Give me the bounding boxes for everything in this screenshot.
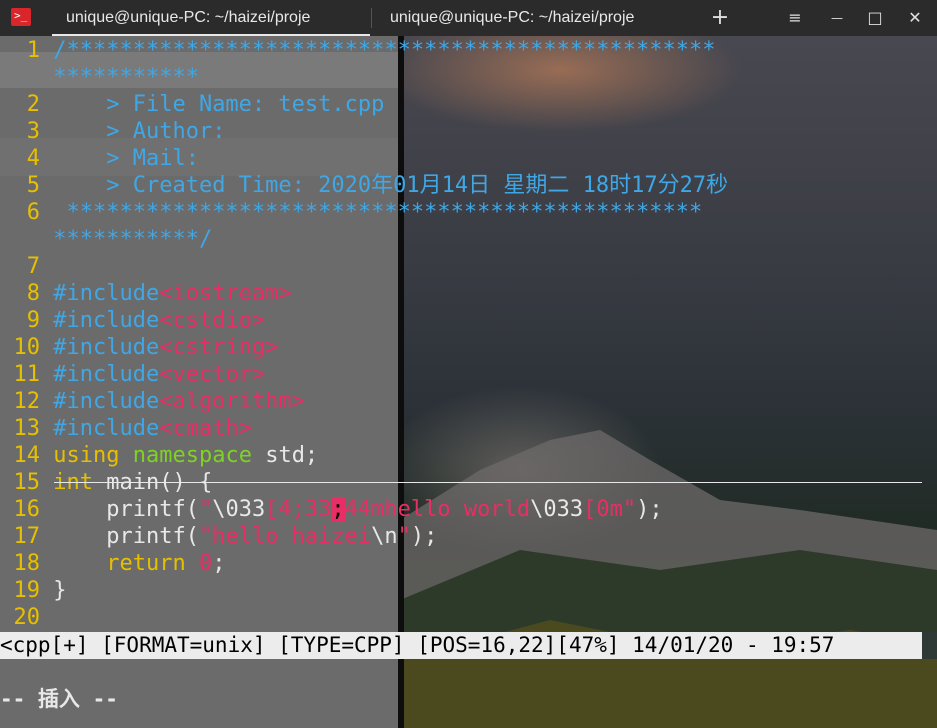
minimize-button[interactable]: — [820, 0, 854, 36]
tab-terminal-2[interactable]: unique@unique-PC: ~/haizei/proje [390, 0, 676, 36]
code-token: <cmath> [159, 416, 252, 441]
maximize-button[interactable]: □ [858, 0, 892, 36]
code-token: \n [371, 524, 398, 549]
code-token: ****************************************… [53, 200, 703, 225]
vim-editor[interactable]: 1 /*************************************… [0, 36, 937, 632]
code-token: ; [212, 551, 226, 576]
text-cursor: ; [331, 497, 345, 522]
code-line[interactable]: 3 > Author: [0, 118, 226, 145]
code-line[interactable]: *********** [0, 64, 199, 91]
line-number: 7 [26, 254, 40, 279]
line-number: 4 [26, 146, 40, 171]
line-number: 13 [13, 416, 41, 441]
code-line[interactable]: 13 #include<cmath> [0, 415, 252, 442]
line-number: 16 [13, 497, 41, 522]
menu-icon[interactable]: ≡ [778, 0, 812, 36]
line-number: 1 [26, 38, 40, 63]
code-token: #include [53, 281, 160, 306]
code-line[interactable]: 10 #include<cstring> [0, 334, 279, 361]
new-tab-button[interactable]: + [700, 0, 740, 36]
code-line[interactable]: 7 [0, 253, 53, 280]
line-number: 17 [13, 524, 41, 549]
cursor-line-underline [54, 482, 922, 483]
line-number: 5 [26, 173, 40, 198]
tab-separator [371, 8, 372, 28]
code-token: > Mail: [53, 146, 199, 171]
code-token: <cstdio> [159, 308, 266, 333]
line-number: 20 [13, 605, 41, 630]
statusline-gap [922, 632, 937, 659]
code-token: namespace [132, 443, 252, 468]
code-token: "hello haizei [198, 524, 372, 549]
line-number: 19 [13, 578, 41, 603]
code-token: using [53, 443, 120, 468]
code-token: 44mhello world [344, 497, 531, 522]
code-token: \033 [530, 497, 584, 522]
code-token: <vector> [159, 362, 266, 387]
code-token: #include [53, 362, 160, 387]
code-line[interactable]: 6 **************************************… [0, 199, 703, 226]
code-line[interactable]: 1 /*************************************… [0, 37, 716, 64]
code-line[interactable]: 9 #include<cstdio> [0, 307, 265, 334]
code-token: printf( [53, 497, 199, 522]
code-token: /***************************************… [53, 38, 716, 63]
code-line[interactable]: 20 [0, 604, 53, 631]
vim-statusline: <cpp[+] [FORMAT=unix] [TYPE=CPP] [POS=16… [0, 632, 922, 659]
code-line[interactable]: 19 } [0, 577, 67, 604]
code-token: printf( [53, 524, 199, 549]
line-number: 2 [26, 92, 40, 117]
code-line[interactable]: 8 #include<iostream> [0, 280, 292, 307]
code-token: *********** [53, 65, 199, 90]
line-number: 14 [13, 443, 41, 468]
code-token: return [53, 551, 186, 576]
code-token: \033 [212, 497, 266, 522]
code-line[interactable]: 18 return 0; [0, 550, 226, 577]
code-token: std; [251, 443, 319, 468]
code-line[interactable]: 5 > Created Time: 2020年01月14日 星期二 18时17分… [0, 172, 728, 199]
line-number: 15 [13, 470, 41, 495]
code-line[interactable]: 17 printf("hello haizei\n"); [0, 523, 438, 550]
code-token: } [53, 578, 67, 603]
code-token: #include [53, 416, 160, 441]
code-token: " [198, 497, 213, 522]
line-number: 10 [13, 335, 41, 360]
line-number: 11 [13, 362, 41, 387]
code-token: #include [53, 389, 160, 414]
code-token: ***********/ [53, 227, 213, 252]
code-token: #include [53, 308, 160, 333]
code-token: ); [636, 497, 663, 522]
code-token: > Author: [53, 119, 226, 144]
code-line[interactable]: 4 > Mail: [0, 145, 199, 172]
code-token: 0 [198, 551, 213, 576]
line-number: 9 [26, 308, 40, 333]
code-line[interactable]: 12 #include<algorithm> [0, 388, 305, 415]
code-token: > Created Time: 2020年01月14日 星期二 18时17分27… [53, 173, 729, 198]
line-number: 6 [26, 200, 40, 225]
tab-terminal-1[interactable]: unique@unique-PC: ~/haizei/proje [52, 0, 370, 36]
code-token: #include [53, 335, 160, 360]
code-line[interactable]: 2 > File Name: test.cpp [0, 91, 385, 118]
terminal-app-icon: >_ [11, 8, 31, 26]
code-token: <cstring> [159, 335, 279, 360]
close-button[interactable]: ✕ [898, 0, 932, 36]
code-token: <iostream> [159, 281, 292, 306]
code-token: <algorithm> [159, 389, 305, 414]
code-line[interactable]: 14 using namespace std; [0, 442, 319, 469]
vim-mode-indicator: -- 插入 -- [0, 687, 118, 711]
terminal-titlebar: >_ unique@unique-PC: ~/haizei/proje uniq… [0, 0, 937, 36]
line-number: 3 [26, 119, 40, 144]
line-number: 12 [13, 389, 41, 414]
code-token: [0m" [583, 497, 637, 522]
code-line[interactable]: 16 printf("\033[4;33;44mhello world\033[… [0, 496, 663, 523]
line-number: 8 [26, 281, 40, 306]
line-number: 18 [13, 551, 41, 576]
code-token: > File Name: test.cpp [53, 92, 385, 117]
code-token: [4;33 [265, 497, 332, 522]
code-line[interactable]: 11 #include<vector> [0, 361, 266, 388]
code-token: " [397, 524, 411, 549]
code-line[interactable]: ***********/ [0, 226, 212, 253]
code-token: ); [410, 524, 438, 549]
